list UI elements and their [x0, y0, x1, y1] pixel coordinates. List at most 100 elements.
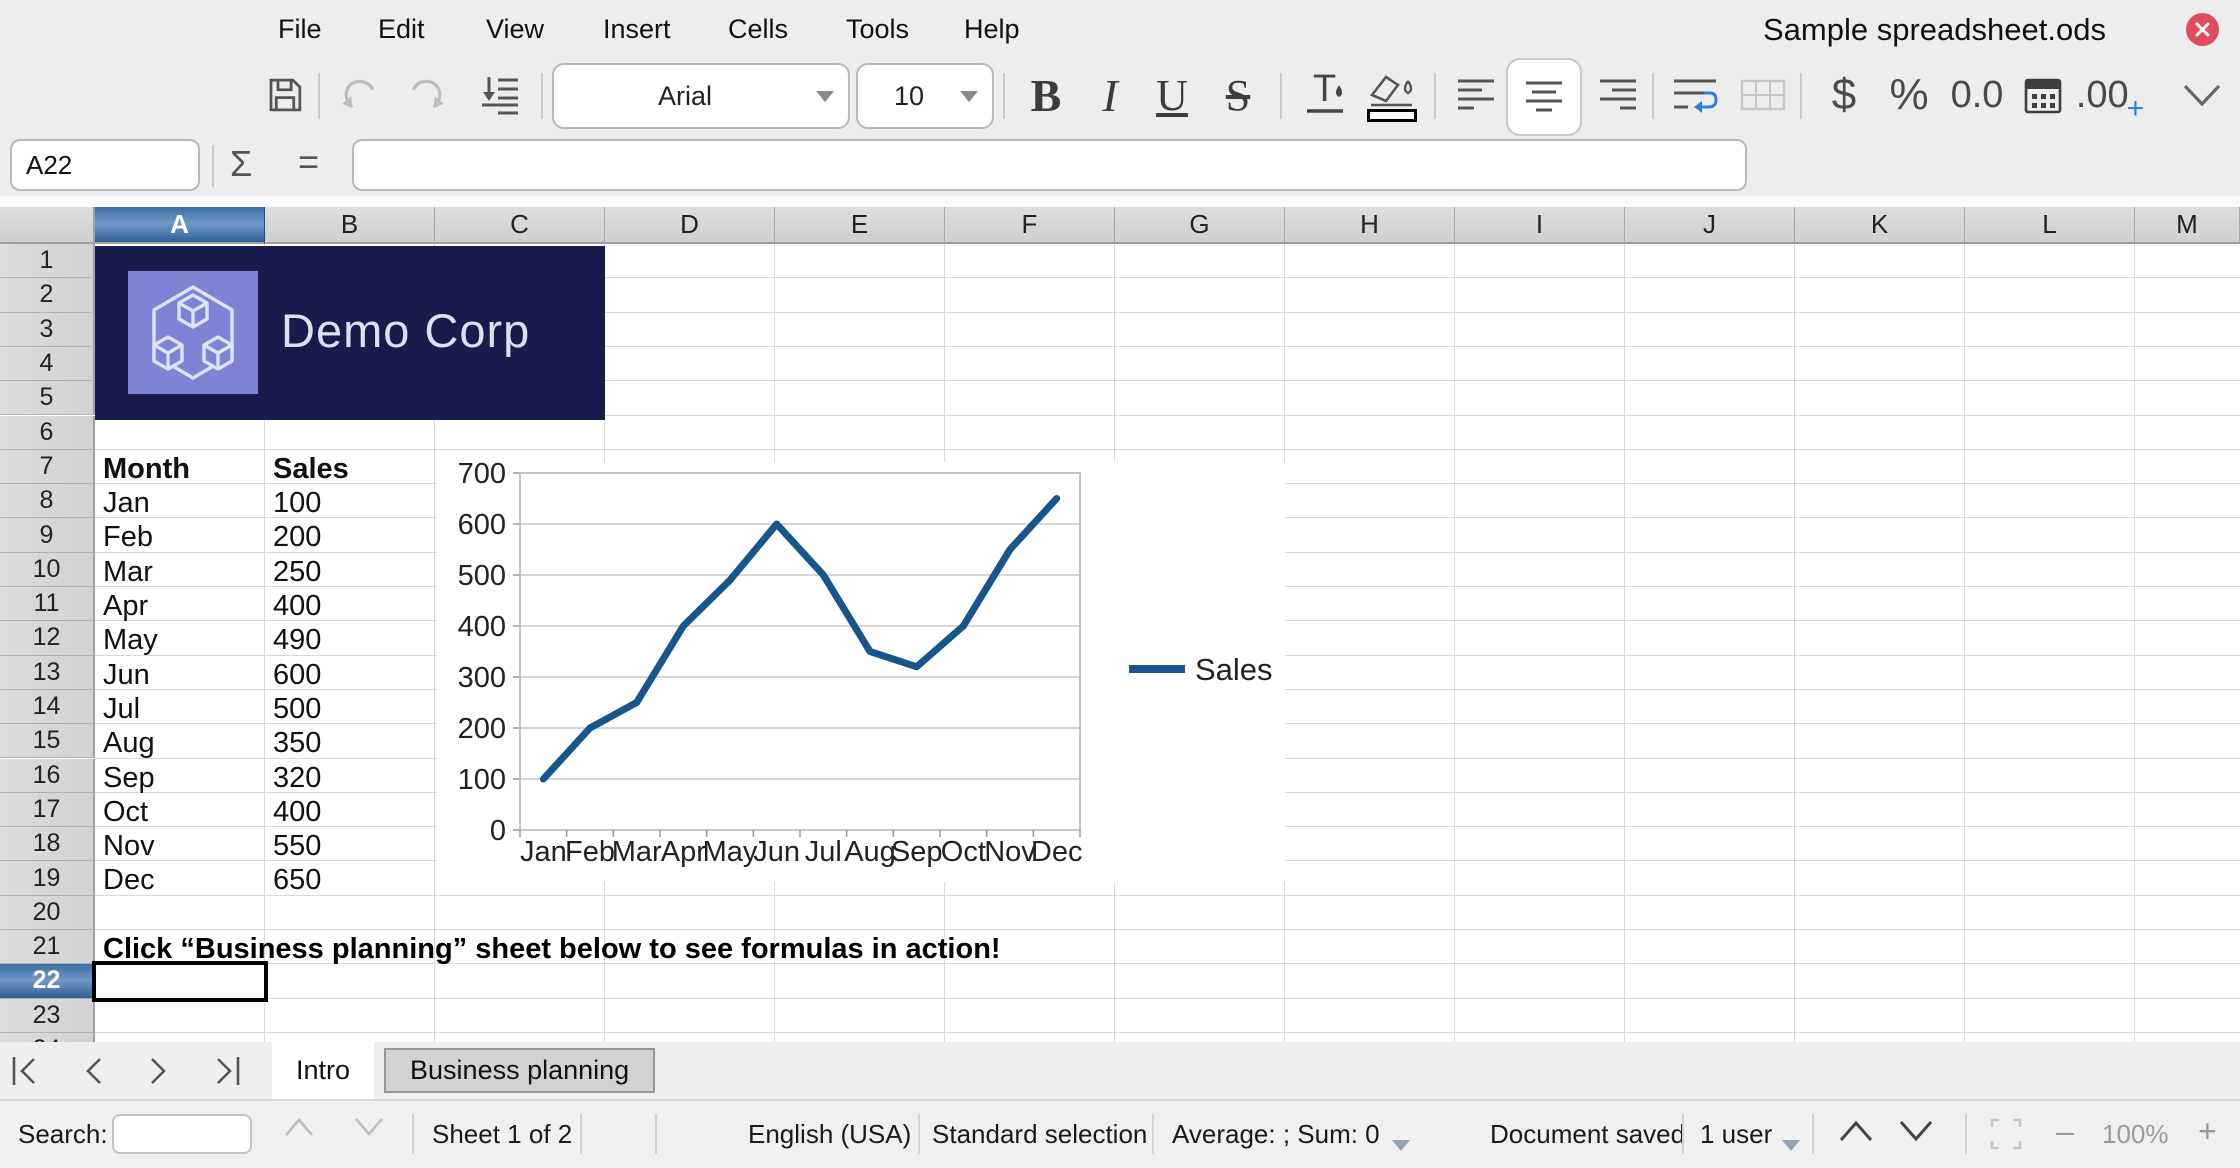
column-header-I[interactable]: I: [1455, 207, 1625, 244]
add-decimal-place-button[interactable]: .00 +: [2076, 55, 2144, 135]
cell-reference-box[interactable]: A22: [10, 139, 200, 191]
column-header-L[interactable]: L: [1965, 207, 2135, 244]
sales-line-chart[interactable]: 0 100 200 300 400 500 600 700 Jan Feb Mar Apr May Jun…: [437, 458, 1285, 882]
select-all-corner[interactable]: [0, 207, 95, 244]
selection-mode-status[interactable]: Standard selection: [932, 1119, 1147, 1150]
search-next-button[interactable]: [352, 1115, 386, 1146]
column-header-B[interactable]: B: [265, 207, 435, 244]
row-header-7[interactable]: 7: [0, 449, 95, 485]
row-header-1[interactable]: 1: [0, 244, 95, 279]
zoom-level[interactable]: 100%: [2102, 1119, 2169, 1150]
spreadsheet-grid[interactable]: ABCDEFGHIJKLM 1 2 3 4 5 6 7 8 9 10 11 12 13 14 15 16 17 1…: [0, 207, 2240, 1042]
bold-button[interactable]: B: [1016, 55, 1076, 135]
decimal-format-button[interactable]: 0.0: [1946, 55, 2008, 135]
row-header-15[interactable]: 15: [0, 724, 95, 759]
undo-icon: [342, 79, 374, 109]
last-sheet-button[interactable]: [212, 1055, 242, 1092]
column-header-C[interactable]: C: [435, 207, 605, 244]
row-header-21[interactable]: 21: [0, 930, 95, 965]
strikethrough-button[interactable]: S: [1208, 55, 1268, 135]
close-document-button[interactable]: [2186, 13, 2219, 46]
row-header-23[interactable]: 23: [0, 998, 95, 1033]
row-header-11[interactable]: 11: [0, 587, 95, 622]
column-header-M[interactable]: M: [2135, 207, 2240, 244]
sheet-tab-business-planning[interactable]: Business planning: [384, 1048, 656, 1093]
demo-corp-banner-image[interactable]: Demo Corp: [95, 246, 605, 420]
font-name-combobox[interactable]: Arial: [552, 63, 850, 129]
column-header-A[interactable]: A: [95, 207, 265, 244]
currency-format-button[interactable]: $: [1816, 55, 1872, 135]
more-options-button[interactable]: [2172, 55, 2232, 135]
undo-button[interactable]: [332, 55, 388, 135]
menu-cells[interactable]: Cells: [728, 14, 788, 45]
row-header-20[interactable]: 20: [0, 895, 95, 930]
merge-cells-button[interactable]: [1732, 55, 1794, 135]
chevron-down-icon: [2183, 84, 2221, 107]
underline-button[interactable]: U: [1142, 55, 1202, 135]
menu-edit[interactable]: Edit: [378, 14, 425, 45]
users-status[interactable]: 1 user: [1700, 1119, 1772, 1150]
move-down-button[interactable]: [468, 55, 528, 135]
row-header-9[interactable]: 9: [0, 518, 95, 553]
fit-page-button[interactable]: [1988, 1116, 2024, 1159]
font-size-combobox[interactable]: 10: [856, 63, 994, 129]
date-format-button[interactable]: [2014, 55, 2072, 135]
stats-dropdown-button[interactable]: [1392, 1127, 1410, 1158]
scroll-up-button[interactable]: [1836, 1117, 1876, 1152]
row-header-18[interactable]: 18: [0, 827, 95, 862]
align-left-button[interactable]: [1448, 55, 1504, 135]
search-previous-button[interactable]: [282, 1115, 316, 1146]
row-header-12[interactable]: 12: [0, 621, 95, 656]
sum-button[interactable]: Σ: [230, 143, 252, 185]
formula-input[interactable]: [352, 139, 1747, 191]
row-header-10[interactable]: 10: [0, 552, 95, 587]
column-header-H[interactable]: H: [1285, 207, 1455, 244]
redo-button[interactable]: [398, 55, 454, 135]
row-header-6[interactable]: 6: [0, 415, 95, 450]
next-sheet-button[interactable]: [146, 1055, 172, 1092]
row-header-14[interactable]: 14: [0, 689, 95, 725]
row-header-4[interactable]: 4: [0, 346, 95, 382]
align-right-button[interactable]: [1590, 55, 1646, 135]
scroll-down-button[interactable]: [1896, 1117, 1936, 1152]
row-header-17[interactable]: 17: [0, 792, 95, 828]
row-header-22[interactable]: 22: [0, 964, 95, 999]
zoom-in-button[interactable]: +: [2198, 1113, 2217, 1150]
row-header-3[interactable]: 3: [0, 312, 95, 347]
menu-insert[interactable]: Insert: [603, 14, 671, 45]
row-header-19[interactable]: 19: [0, 861, 95, 896]
first-sheet-button[interactable]: [10, 1055, 40, 1092]
row-header-16[interactable]: 16: [0, 758, 95, 793]
stats-status[interactable]: Average: ; Sum: 0: [1172, 1119, 1380, 1150]
row-header-8[interactable]: 8: [0, 484, 95, 519]
formula-grid-gap: [0, 196, 2240, 207]
percent-format-button[interactable]: %: [1878, 55, 1940, 135]
menu-view[interactable]: View: [486, 14, 544, 45]
zoom-out-button[interactable]: –: [2056, 1113, 2074, 1150]
equals-button[interactable]: =: [298, 141, 319, 183]
sheet-tab-intro[interactable]: Intro: [272, 1042, 375, 1099]
column-header-E[interactable]: E: [775, 207, 945, 244]
users-dropdown-button[interactable]: [1782, 1127, 1800, 1158]
column-header-G[interactable]: G: [1115, 207, 1285, 244]
column-header-J[interactable]: J: [1625, 207, 1795, 244]
row-header-13[interactable]: 13: [0, 655, 95, 690]
wrap-text-button[interactable]: [1664, 55, 1726, 135]
menu-tools[interactable]: Tools: [846, 14, 909, 45]
previous-sheet-button[interactable]: [80, 1055, 106, 1092]
save-button[interactable]: [258, 55, 312, 135]
align-center-button[interactable]: [1506, 58, 1582, 136]
row-header-2[interactable]: 2: [0, 278, 95, 313]
font-color-button[interactable]: T: [1294, 55, 1356, 135]
row-header-5[interactable]: 5: [0, 381, 95, 416]
italic-button[interactable]: I: [1082, 55, 1138, 135]
column-header-K[interactable]: K: [1795, 207, 1965, 244]
row-header-24[interactable]: 24: [0, 1032, 95, 1042]
menu-file[interactable]: File: [278, 14, 322, 45]
search-input[interactable]: [112, 1114, 252, 1154]
column-header-F[interactable]: F: [945, 207, 1115, 244]
menu-help[interactable]: Help: [964, 14, 1020, 45]
highlight-color-button[interactable]: [1358, 55, 1426, 135]
column-header-D[interactable]: D: [605, 207, 775, 244]
language-status[interactable]: English (USA): [748, 1119, 911, 1150]
